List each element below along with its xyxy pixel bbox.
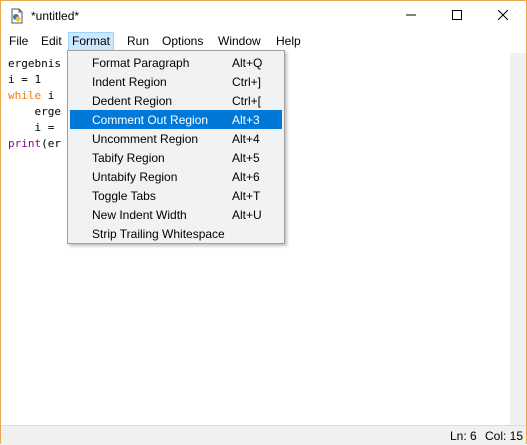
menu-item-strip-trailing-whitespace[interactable]: Strip Trailing Whitespace: [70, 224, 282, 243]
menu-item-toggle-tabs[interactable]: Toggle Tabs Alt+T: [70, 186, 282, 205]
menu-item-shortcut: Alt+T: [232, 189, 261, 203]
column-number: Col: 15: [485, 429, 524, 443]
menu-item-tabify-region[interactable]: Tabify Region Alt+5: [70, 148, 282, 167]
code-token: i: [41, 89, 55, 102]
code-token: erge: [8, 105, 61, 118]
code-token: (er: [41, 137, 61, 150]
title-bar[interactable]: *untitled*: [1, 1, 526, 31]
menu-file[interactable]: File: [6, 33, 31, 50]
idle-file-icon: [9, 8, 25, 24]
menu-item-label: Comment Out Region: [92, 113, 209, 127]
menu-item-label: Tabify Region: [92, 151, 165, 165]
status-bar: Ln: 6 Col: 15: [1, 425, 526, 445]
menu-item-label: Toggle Tabs: [92, 189, 156, 203]
menu-item-label: Strip Trailing Whitespace: [92, 227, 225, 241]
menu-item-label: Untabify Region: [92, 170, 178, 184]
menu-item-shortcut: Alt+6: [232, 170, 260, 184]
code-line[interactable]: ergebnis: [8, 56, 61, 72]
menu-item-label: New Indent Width: [92, 208, 187, 222]
menu-edit[interactable]: Edit: [38, 33, 65, 50]
menu-item-label: Dedent Region: [92, 94, 173, 108]
menu-item-label: Format Paragraph: [92, 56, 190, 70]
menu-item-shortcut: Ctrl+]: [232, 75, 262, 89]
menu-window[interactable]: Window: [215, 33, 264, 50]
menu-item-shortcut: Alt+3: [232, 113, 260, 127]
code-token: ergebnis: [8, 57, 61, 70]
code-line[interactable]: i =: [8, 120, 54, 136]
minimize-button[interactable]: [388, 1, 434, 31]
menu-help[interactable]: Help: [273, 33, 304, 50]
menu-bar: File Edit Format Run Options Window Help: [1, 31, 526, 51]
close-button[interactable]: [480, 1, 526, 31]
menu-item-dedent-region[interactable]: Dedent Region Ctrl+[: [70, 91, 282, 110]
code-token: i =: [8, 121, 55, 134]
code-line[interactable]: while i: [8, 88, 54, 104]
code-line[interactable]: print(er: [8, 136, 61, 152]
menu-item-shortcut: Alt+4: [232, 132, 260, 146]
menu-format[interactable]: Format: [68, 32, 115, 51]
menu-run[interactable]: Run: [124, 33, 152, 50]
menu-item-shortcut: Alt+5: [232, 151, 260, 165]
maximize-icon: [452, 9, 462, 23]
line-number: Ln: 6: [450, 429, 477, 443]
menu-options[interactable]: Options: [159, 33, 206, 50]
code-token: i = 1: [8, 73, 42, 86]
menu-item-format-paragraph[interactable]: Format Paragraph Alt+Q: [70, 53, 282, 72]
menu-item-untabify-region[interactable]: Untabify Region Alt+6: [70, 167, 282, 186]
menu-item-comment-out-region[interactable]: Comment Out Region Alt+3: [70, 110, 282, 129]
code-line[interactable]: i = 1: [8, 72, 41, 88]
code-line[interactable]: erge: [8, 104, 61, 120]
code-token: while: [8, 89, 42, 102]
menu-item-label: Indent Region: [92, 75, 167, 89]
menu-item-shortcut: Alt+U: [232, 208, 262, 222]
minimize-icon: [406, 9, 416, 23]
menu-item-shortcut: Alt+Q: [232, 56, 263, 70]
menu-item-indent-region[interactable]: Indent Region Ctrl+]: [70, 72, 282, 91]
maximize-button[interactable]: [434, 1, 480, 31]
menu-item-new-indent-width[interactable]: New Indent Width Alt+U: [70, 205, 282, 224]
format-menu-dropdown: Format Paragraph Alt+Q Indent Region Ctrl+]…: [67, 50, 285, 244]
window-title: *untitled*: [31, 9, 80, 23]
vertical-scrollbar[interactable]: [510, 53, 526, 425]
menu-item-uncomment-region[interactable]: Uncomment Region Alt+4: [70, 129, 282, 148]
menu-item-label: Uncomment Region: [92, 132, 199, 146]
code-token: print: [8, 137, 42, 150]
menu-item-shortcut: Ctrl+[: [232, 94, 262, 108]
close-icon: [497, 9, 509, 23]
